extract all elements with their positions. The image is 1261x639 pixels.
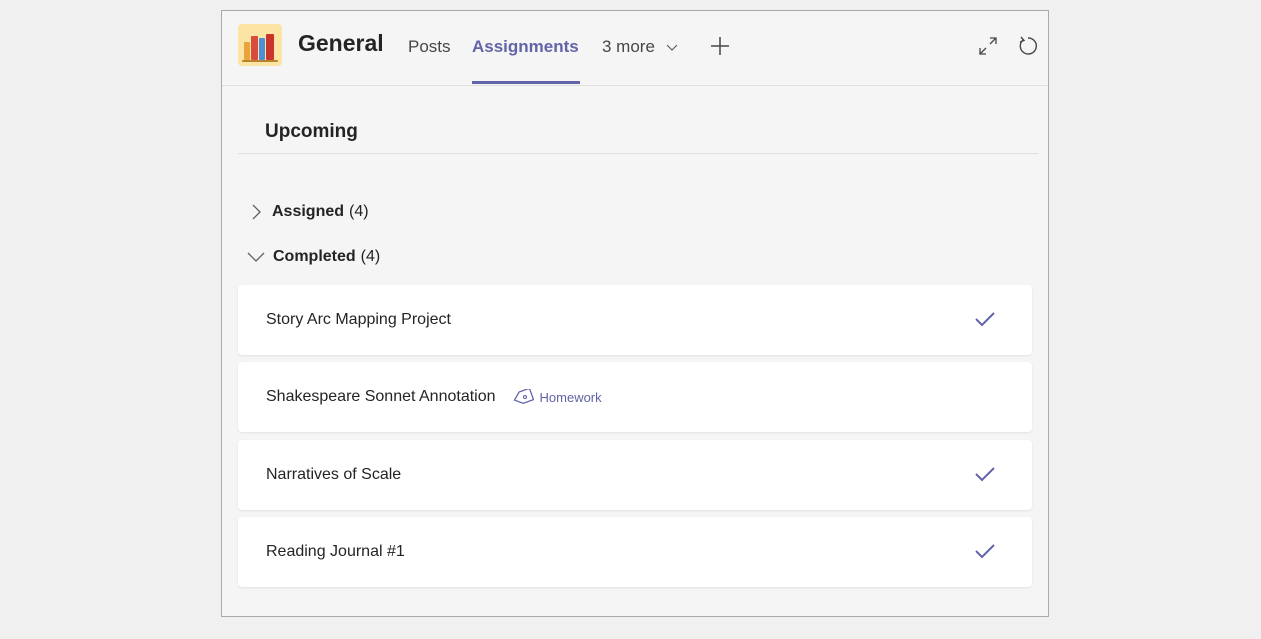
- chevron-down-icon: [666, 44, 678, 51]
- group-completed-label: Completed: [273, 248, 356, 265]
- assignment-tag-label: Homework: [539, 389, 602, 405]
- group-completed-count: (4): [360, 248, 381, 265]
- expand-icon[interactable]: [977, 35, 999, 57]
- section-title-upcoming: Upcoming: [265, 121, 358, 142]
- assignment-card[interactable]: Narratives of Scale: [238, 440, 1032, 510]
- assignment-title: Narratives of Scale: [266, 466, 402, 483]
- checkmark-icon: [975, 312, 995, 327]
- group-assigned-toggle[interactable]: Assigned (4): [248, 202, 369, 222]
- active-tab-indicator: [472, 81, 580, 84]
- assignment-title: Shakespeare Sonnet Annotation: [266, 388, 496, 405]
- tab-assignments[interactable]: Assignments: [472, 37, 579, 57]
- tab-more-label: 3 more: [602, 37, 655, 56]
- class-team-logo: [238, 24, 282, 66]
- checkmark-icon: [975, 544, 995, 559]
- checkmark-icon: [975, 467, 995, 482]
- group-completed-toggle[interactable]: Completed (4): [247, 247, 381, 267]
- tag-icon: [513, 389, 534, 405]
- group-assigned-count: (4): [349, 203, 369, 220]
- assignment-tag[interactable]: Homework: [512, 389, 602, 405]
- channel-header: General Posts Assignments 3 more: [222, 11, 1048, 86]
- plus-icon[interactable]: [709, 35, 731, 57]
- tab-posts[interactable]: Posts: [408, 37, 451, 57]
- assignment-title: Reading Journal #1: [266, 543, 405, 560]
- refresh-icon[interactable]: [1017, 35, 1039, 57]
- tab-more-dropdown[interactable]: 3 more: [602, 37, 678, 57]
- assignment-card[interactable]: Reading Journal #1: [238, 517, 1032, 587]
- channel-title: General: [298, 30, 384, 56]
- assignment-title: Story Arc Mapping Project: [266, 311, 451, 328]
- chevron-down-icon: [247, 252, 265, 262]
- teams-window: General Posts Assignments 3 more Upcomin…: [221, 10, 1049, 617]
- group-assigned-label: Assigned: [272, 203, 345, 220]
- section-divider: [238, 153, 1038, 154]
- chevron-right-icon: [252, 204, 261, 220]
- assignment-card[interactable]: Shakespeare Sonnet Annotation Homework: [238, 362, 1032, 432]
- assignment-card[interactable]: Story Arc Mapping Project: [238, 285, 1032, 355]
